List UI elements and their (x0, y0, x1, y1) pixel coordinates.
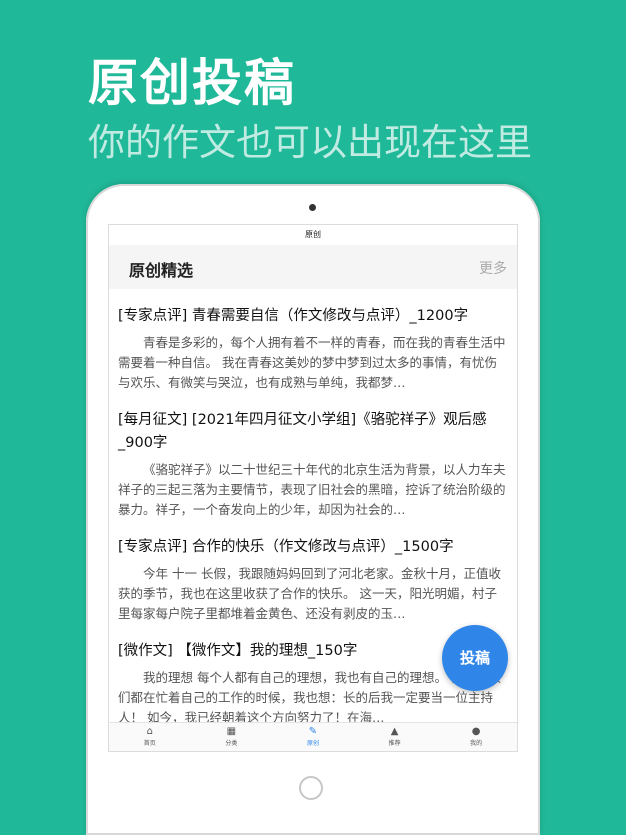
home-icon: ⌂ (146, 726, 153, 737)
tab-recommend[interactable]: ▲ 推荐 (354, 723, 436, 751)
user-icon: ● (471, 726, 481, 737)
section-title: 原创精选 (129, 261, 194, 280)
tab-label: 推荐 (388, 740, 401, 747)
article-item[interactable]: [专家点评] 合作的快乐（作文修改与点评）_1500字 今年 十一 长假，我跟随… (118, 520, 508, 624)
section-header: 原创精选 更多 (109, 245, 517, 289)
promo-subtitle: 你的作文也可以出现在这里 (88, 121, 532, 164)
status-bar-title: 原创 (305, 230, 321, 239)
tab-bar: ⌂ 首页 ▦ 分类 ✎ 原创 ▲ 推荐 ● 我的 (109, 722, 517, 751)
camera-dot (309, 204, 316, 211)
article-snippet: 今年 十一 长假，我跟随妈妈回到了河北老家。金秋十月，正值收获的季节，我也在这里… (118, 566, 501, 621)
article-title: [专家点评] 合作的快乐（作文修改与点评）_1500字 (118, 539, 454, 555)
grid-icon: ▦ (226, 726, 237, 737)
tab-original[interactable]: ✎ 原创 (272, 723, 354, 751)
more-link[interactable]: 更多 (479, 258, 507, 278)
article-title: [专家点评] 青春需要自信（作文修改与点评）_1200字 (118, 308, 469, 324)
pencil-icon: ✎ (308, 726, 318, 737)
tab-label: 原创 (306, 740, 319, 747)
tablet-frame: 原创 原创精选 更多 [专家点评] 青春需要自信（作文修改与点评）_1200字 … (86, 184, 540, 835)
article-snippet: 青春是多彩的，每个人拥有着不一样的青春，而在我的青春生活中需要着一种自信。 我在… (118, 335, 506, 390)
tab-mine[interactable]: ● 我的 (435, 723, 517, 751)
tab-label: 我的 (470, 740, 483, 747)
promo-title: 原创投稿 (88, 54, 296, 112)
tab-label: 分类 (225, 740, 238, 747)
tab-home[interactable]: ⌂ 首页 (109, 723, 191, 751)
article-title: [每月征文] [2021年四月征文小学组]《骆驼祥子》观后感_900字 (118, 412, 487, 451)
article-item[interactable]: [专家点评] 青春需要自信（作文修改与点评）_1200字 青春是多彩的，每个人拥… (118, 289, 508, 393)
thumbs-up-icon: ▲ (390, 726, 399, 737)
article-item[interactable]: [每月征文] [2021年四月征文小学组]《骆驼祥子》观后感_900字 《骆驼祥… (118, 393, 508, 520)
home-button[interactable] (299, 776, 323, 800)
tab-category[interactable]: ▦ 分类 (191, 723, 273, 751)
article-snippet: 《骆驼祥子》以二十世纪三十年代的北京生活为背景，以人力车夫祥子的三起三落为主要情… (118, 462, 506, 517)
tab-label: 首页 (143, 740, 156, 747)
submit-fab-button[interactable]: 投稿 (442, 625, 508, 691)
